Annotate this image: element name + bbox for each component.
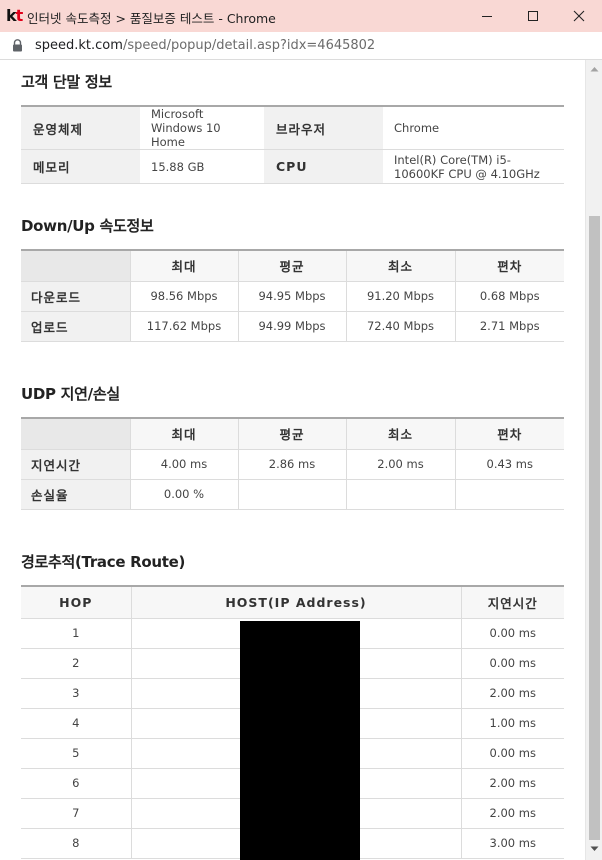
row-label-download: 다운로드 (21, 281, 131, 312)
table-header-row: 최대 평균 최소 편차 (21, 250, 564, 282)
table-cell: 94.95 Mbps (238, 281, 347, 312)
title-bar: kt 인터넷 속도측정 > 품질보증 테스트 - Chrome (0, 0, 602, 32)
col-header-host: HOST(IP Address) (131, 586, 462, 619)
latency-cell: 1.00 ms (461, 708, 564, 739)
customer-info-title: 고객 단말 정보 (21, 73, 112, 91)
col-header-min: 최소 (346, 250, 456, 282)
latency-cell: 2.00 ms (461, 798, 564, 829)
table-cell: 0.00 % (130, 479, 239, 510)
hop-cell: 1 (21, 618, 132, 649)
row-label-loss: 손실율 (21, 479, 131, 510)
minimize-icon (482, 16, 492, 17)
table-cell: 94.99 Mbps (238, 311, 347, 342)
table-cell: 0.43 ms (455, 449, 564, 480)
redacted-host-block (240, 621, 360, 860)
window-title: 인터넷 속도측정 > 품질보증 테스트 - Chrome (27, 11, 276, 26)
udp-table: 최대 평균 최소 편차 지연시간 4.00 ms 2.86 ms 2.00 ms… (21, 417, 564, 510)
table-row: 손실율 0.00 % (21, 479, 564, 510)
table-cell: 98.56 Mbps (130, 281, 239, 312)
table-row: 메모리 15.88 GB CPU Intel(R) Core(TM) i5-10… (21, 149, 564, 184)
row-label-latency: 지연시간 (21, 449, 131, 480)
latency-cell: 0.00 ms (461, 618, 564, 649)
table-cell: 91.20 Mbps (346, 281, 456, 312)
browser-value: Chrome (383, 106, 564, 150)
hop-cell: 8 (21, 828, 132, 859)
latency-cell: 2.00 ms (461, 768, 564, 799)
table-cell: 2.00 ms (346, 449, 456, 480)
scroll-up-arrow-icon[interactable] (590, 66, 599, 72)
memory-label: 메모리 (21, 149, 140, 184)
browser-label: 브라우저 (264, 106, 383, 150)
scroll-thumb[interactable] (589, 216, 600, 840)
hop-cell: 5 (21, 738, 132, 769)
address-bar[interactable]: speed.kt.com/speed/popup/detail.asp?idx=… (0, 32, 602, 60)
latency-cell: 2.00 ms (461, 678, 564, 709)
table-cell (455, 479, 564, 510)
trace-route-title: 경로추적(Trace Route) (21, 553, 186, 571)
table-header-row: HOP HOST(IP Address) 지연시간 (21, 586, 564, 619)
latency-cell: 3.00 ms (461, 828, 564, 859)
speed-info-table: 최대 평균 최소 편차 다운로드 98.56 Mbps 94.95 Mbps 9… (21, 249, 564, 342)
hop-cell: 4 (21, 708, 132, 739)
table-cell: 2.86 ms (238, 449, 347, 480)
url-path: /speed/popup/detail.asp?idx=4645802 (122, 38, 376, 53)
table-row: 업로드 117.62 Mbps 94.99 Mbps 72.40 Mbps 2.… (21, 311, 564, 342)
udp-title: UDP 지연/손실 (21, 385, 120, 403)
table-cell: 72.40 Mbps (346, 311, 456, 342)
customer-info-table: 운영체제 Microsoft Windows 10 Home 브라우저 Chro… (21, 105, 564, 184)
vertical-scrollbar[interactable] (585, 60, 602, 860)
hop-cell: 7 (21, 798, 132, 829)
table-row: 운영체제 Microsoft Windows 10 Home 브라우저 Chro… (21, 106, 564, 150)
speed-info-title: Down/Up 속도정보 (21, 217, 154, 235)
table-cell (346, 479, 456, 510)
col-header-avg: 평균 (238, 418, 347, 450)
latency-cell: 0.00 ms (461, 648, 564, 679)
table-cell: 117.62 Mbps (130, 311, 239, 342)
os-value: Microsoft Windows 10 Home (140, 106, 264, 150)
maximize-icon (528, 11, 538, 21)
col-header-min: 최소 (346, 418, 456, 450)
row-label-upload: 업로드 (21, 311, 131, 342)
close-button[interactable] (556, 0, 602, 32)
col-header-hop: HOP (21, 586, 132, 619)
col-header-avg: 평균 (238, 250, 347, 282)
table-cell (238, 479, 347, 510)
cpu-label: CPU (264, 149, 383, 184)
os-label: 운영체제 (21, 106, 140, 150)
col-header-dev: 편차 (455, 418, 564, 450)
memory-value: 15.88 GB (140, 149, 264, 184)
corner-cell (21, 418, 131, 450)
scroll-down-arrow-icon[interactable] (590, 846, 599, 852)
table-cell: 2.71 Mbps (455, 311, 564, 342)
maximize-button[interactable] (510, 0, 556, 32)
latency-cell: 0.00 ms (461, 738, 564, 769)
close-icon (573, 10, 585, 22)
minimize-button[interactable] (464, 0, 510, 32)
col-header-max: 최대 (130, 250, 239, 282)
table-row: 다운로드 98.56 Mbps 94.95 Mbps 91.20 Mbps 0.… (21, 281, 564, 312)
col-header-max: 최대 (130, 418, 239, 450)
hop-cell: 2 (21, 648, 132, 679)
hop-cell: 6 (21, 768, 132, 799)
kt-logo: kt (6, 6, 23, 25)
corner-cell (21, 250, 131, 282)
col-header-dev: 편차 (455, 250, 564, 282)
table-cell: 0.68 Mbps (455, 281, 564, 312)
hop-cell: 3 (21, 678, 132, 709)
col-header-latency: 지연시간 (461, 586, 564, 619)
url-text[interactable]: speed.kt.com/speed/popup/detail.asp?idx=… (35, 38, 375, 53)
url-host: speed.kt.com (35, 38, 123, 53)
lock-icon[interactable] (12, 39, 23, 52)
table-cell: 4.00 ms (130, 449, 239, 480)
cpu-value: Intel(R) Core(TM) i5-10600KF CPU @ 4.10G… (383, 149, 564, 184)
table-row: 지연시간 4.00 ms 2.86 ms 2.00 ms 0.43 ms (21, 449, 564, 480)
table-header-row: 최대 평균 최소 편차 (21, 418, 564, 450)
